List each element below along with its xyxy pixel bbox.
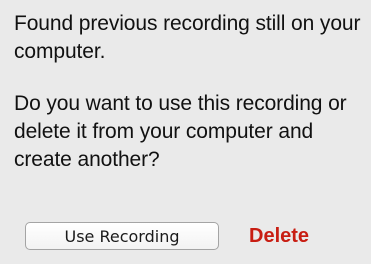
recording-found-dialog: Found previous recording still on your c…	[0, 0, 371, 264]
dialog-actions: Use Recording Delete	[25, 222, 309, 250]
use-recording-button[interactable]: Use Recording	[25, 222, 219, 250]
delete-button[interactable]: Delete	[249, 225, 309, 248]
use-or-delete-question: Do you want to use this recording or del…	[14, 92, 347, 171]
found-recording-message: Found previous recording still on your c…	[14, 12, 361, 63]
